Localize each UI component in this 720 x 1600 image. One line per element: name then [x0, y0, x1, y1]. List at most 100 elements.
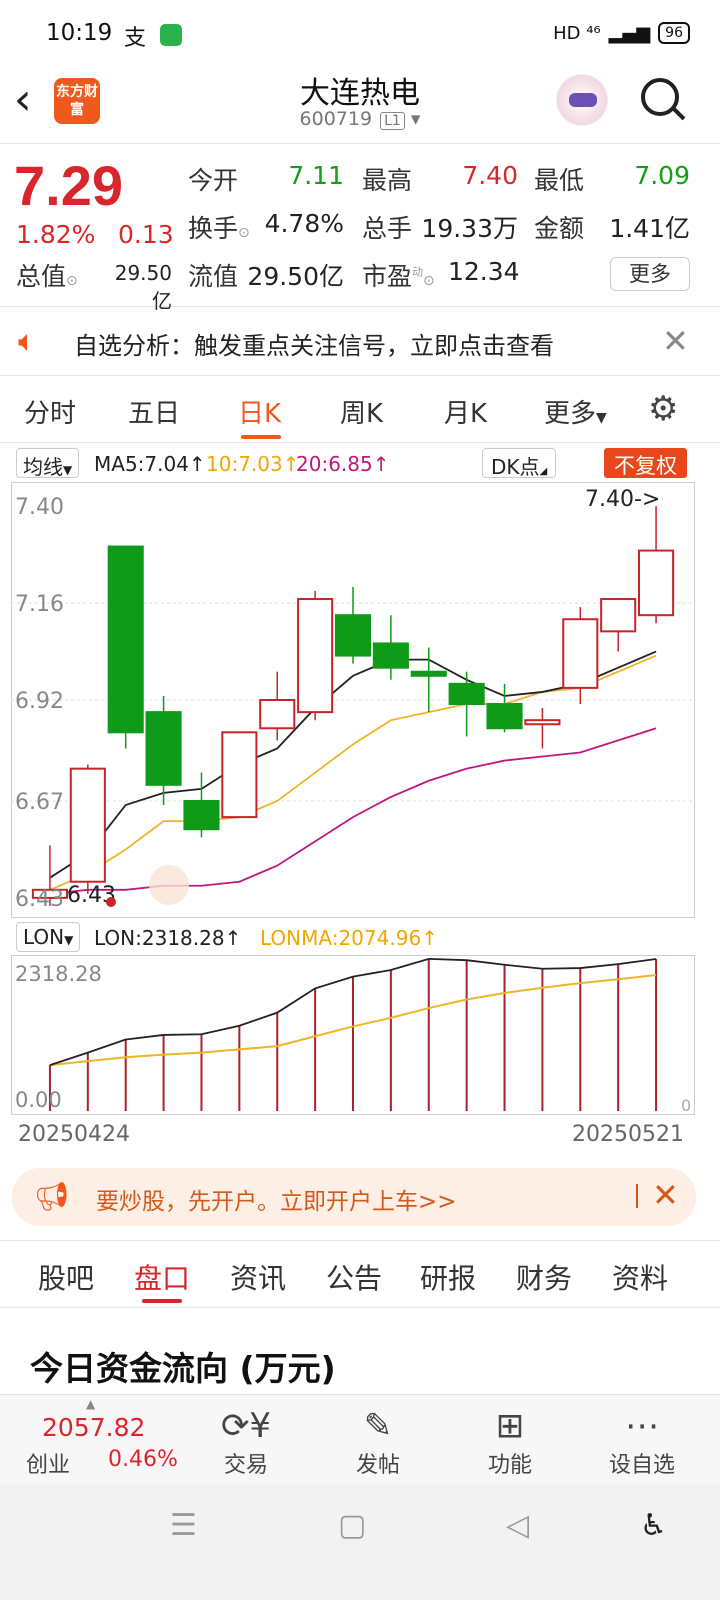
candle-body — [259, 699, 296, 730]
y-tick-label: 6.67 — [15, 790, 64, 815]
candle-body — [524, 719, 561, 726]
stock-code: 600719 — [299, 108, 373, 130]
speaker-icon: 🔈︎ — [18, 324, 36, 359]
add-favorite-label: 设自选 — [608, 1453, 675, 1478]
start-date: 20250424 — [18, 1122, 130, 1147]
info-icon: ⊙ — [238, 225, 250, 241]
watchlist-notice[interactable]: 🔈︎ 自选分析：触发重点关注信号，立即点击查看 ✕ — [0, 308, 720, 376]
network-indicator: HD ⁴⁶ — [553, 22, 601, 44]
notice-text[interactable]: 自选分析：触发重点关注信号，立即点击查看 — [74, 326, 554, 361]
tab-intraday[interactable]: 分时 — [24, 393, 76, 430]
post-label: 发帖 — [355, 1453, 400, 1478]
caret-down-icon: ▼ — [63, 463, 73, 477]
open-value: 7.11 — [288, 161, 344, 190]
accessibility-icon[interactable]: ♿︎ — [640, 1508, 667, 1543]
close-icon[interactable]: ✕ — [662, 322, 689, 360]
battery-icon: 96 — [658, 22, 690, 44]
info-icon: ⊙ — [423, 273, 435, 289]
section-active-indicator — [142, 1299, 182, 1303]
candle-body — [221, 731, 258, 819]
ma10-label: 10:7.03↑ — [206, 452, 300, 476]
home-icon[interactable]: ▢ — [338, 1508, 366, 1543]
bottom-toolbar: ▲ 2057.82 创业 0.46% ⟳¥ 交易 ✎ 发帖 ⊞ 功能 ⋯ 设自选 — [0, 1394, 720, 1484]
back-icon[interactable]: ◁ — [506, 1508, 529, 1543]
y-tick-label: 6.43 — [15, 887, 64, 912]
status-right: HD ⁴⁶ ▂▄▆ 96 — [553, 22, 690, 44]
adjust-button[interactable]: 不复权 — [604, 448, 687, 478]
assistant-robot-icon[interactable] — [556, 74, 608, 126]
pe-label: 市盈动⊙ — [362, 262, 435, 291]
low-dot — [106, 897, 116, 907]
indicator-selector[interactable]: 均线▼ — [16, 448, 80, 479]
stock-name: 大连热电 — [300, 76, 420, 111]
index-change[interactable]: 0.46% — [108, 1447, 178, 1472]
tab-announcements[interactable]: 公告 — [326, 1257, 382, 1297]
tab-five-day[interactable]: 五日 — [128, 393, 180, 430]
stock-code-row[interactable]: 600719 L1 ▾ — [0, 108, 720, 130]
sub-indicator-selector[interactable]: LON▼ — [16, 922, 81, 952]
open-account-banner[interactable]: 📢︎ 要炒股，先开户。立即开户上车>> ✕ — [12, 1168, 696, 1226]
tab-forum[interactable]: 股吧 — [38, 1257, 94, 1297]
candle-body — [297, 598, 334, 714]
open-label: 今开 — [188, 166, 239, 195]
change-amount: 0.13 — [118, 220, 174, 249]
candle-body — [183, 799, 220, 831]
y-tick-label: 6.92 — [15, 689, 64, 714]
dk-point-selector[interactable]: DK点◢ — [482, 448, 557, 479]
system-nav-bar: ☰ ▢ ◁ ♿︎ — [0, 1484, 720, 1600]
amount-value: 1.41亿 — [609, 214, 690, 243]
post-icon: ✎ — [363, 1406, 393, 1446]
fund-flow-title: 今日资金流向 (万元) — [30, 1349, 336, 1388]
candle-body — [562, 618, 599, 689]
tab-monthly-k[interactable]: 月K — [444, 393, 487, 430]
candlestick-chart[interactable]: 7.407.166.926.676.437.40->6.43 — [11, 482, 695, 918]
index-value[interactable]: 2057.82 — [42, 1413, 145, 1442]
lon-y-tick-label: 0.00 — [15, 1088, 62, 1112]
status-time: 10:19 — [46, 20, 113, 46]
banner-text[interactable]: 要炒股，先开户。立即开户上车>> — [96, 1182, 457, 1216]
candle-body — [600, 598, 637, 633]
tab-research[interactable]: 研报 — [420, 1257, 476, 1297]
expand-icon — [149, 865, 189, 905]
info-icon: ⊙ — [66, 273, 78, 289]
close-icon[interactable]: ✕ — [652, 1176, 679, 1214]
chevron-down-icon: ▾ — [410, 108, 421, 130]
functions-button[interactable]: ⊞ 功能 — [470, 1405, 550, 1479]
tab-news[interactable]: 资讯 — [230, 1257, 286, 1297]
float-cap-value: 29.50亿 — [247, 262, 344, 291]
lon-chart[interactable]: 2318.28 0.00 0 — [11, 955, 695, 1115]
gear-icon[interactable]: ⚙ — [648, 389, 678, 429]
tab-finance[interactable]: 财务 — [516, 1257, 572, 1297]
functions-label: 功能 — [487, 1453, 532, 1478]
apps-icon: ⊞ — [495, 1406, 525, 1446]
caret-down-icon: ▼ — [64, 933, 74, 947]
caret-up-icon: ▲ — [86, 1397, 96, 1411]
tab-weekly-k[interactable]: 周K — [340, 393, 383, 430]
add-favorite-button[interactable]: ⋯ 设自选 — [602, 1405, 682, 1479]
section-tabs: 股吧 盘口 资讯 公告 研报 财务 资料 — [0, 1240, 720, 1308]
turnover-label: 换手⊙ — [188, 214, 250, 243]
volume-value: 19.33万 — [421, 214, 518, 243]
period-tabs: 分时 五日 日K 周K 月K 更多▼ ⚙ — [0, 377, 720, 443]
market-cap-value: 29.50亿 — [114, 261, 172, 313]
index-name[interactable]: 创业 — [26, 1447, 70, 1479]
trade-button[interactable]: ⟳¥ 交易 — [206, 1405, 286, 1479]
post-button[interactable]: ✎ 发帖 — [338, 1405, 418, 1479]
tab-profile[interactable]: 资料 — [612, 1257, 668, 1297]
signal-icon: ▂▄▆ — [608, 22, 651, 44]
ma20-line — [49, 727, 657, 895]
current-price: 7.29 — [14, 154, 123, 217]
end-date: 20250521 — [572, 1122, 684, 1147]
more-quote-button[interactable]: 更多 — [610, 257, 690, 291]
candle-body — [334, 614, 372, 657]
high-value: 7.40 — [462, 161, 518, 190]
quote-panel: 7.29 1.82% 0.13 今开 7.11 最高 7.40 最低 7.09 … — [0, 145, 720, 313]
tab-order-book[interactable]: 盘口 — [134, 1257, 190, 1297]
candle-body — [107, 545, 144, 734]
tab-active-indicator — [241, 435, 281, 439]
high-label: 最高 — [362, 166, 413, 195]
menu-icon[interactable]: ☰ — [170, 1508, 197, 1543]
tab-daily-k[interactable]: 日K — [238, 393, 281, 430]
tab-more[interactable]: 更多▼ — [544, 393, 607, 430]
candle-body — [410, 670, 447, 677]
